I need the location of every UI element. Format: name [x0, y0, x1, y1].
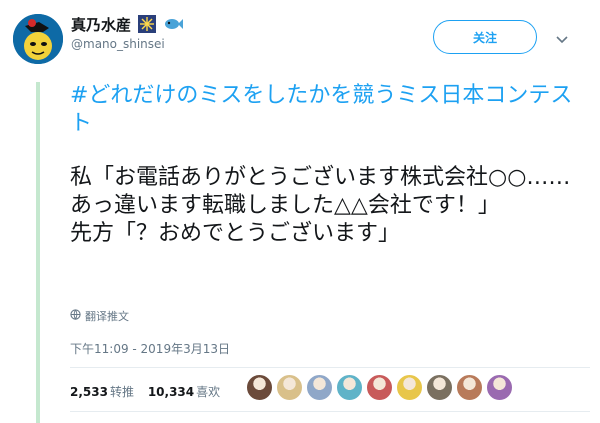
avatar[interactable]: [13, 14, 63, 64]
like-count[interactable]: 10,334: [148, 385, 194, 399]
user-handle[interactable]: @mano_shinsei: [71, 37, 165, 51]
liker-avatar[interactable]: [396, 374, 423, 401]
like-label[interactable]: 喜欢: [196, 385, 220, 399]
liker-avatar[interactable]: [306, 374, 333, 401]
liker-avatar[interactable]: [246, 374, 273, 401]
tweet-body-line: 私「お電話ありがとうございます株式会社○○……あっ違います転職しました△△会社で…: [70, 165, 571, 218]
fish-emoji-icon: [163, 15, 184, 37]
liker-avatar[interactable]: [276, 374, 303, 401]
tweet-body-line: 先方「？おめでとうございます」: [70, 221, 401, 246]
thread-line: [36, 82, 40, 423]
chevron-down-icon[interactable]: [555, 30, 569, 49]
tweet-text: #どれだけのミスをしたかを競うミス日本コンテスト 私「お電話ありがとうございます…: [70, 82, 590, 248]
translate-tweet-button[interactable]: 翻译推文: [70, 308, 129, 324]
follow-button[interactable]: 关注: [433, 20, 537, 54]
liker-avatar[interactable]: [486, 374, 513, 401]
timestamp[interactable]: 下午11:09 - 2019年3月13日: [70, 340, 230, 357]
display-name-text: 真乃水産: [71, 16, 132, 34]
divider: [70, 411, 590, 412]
retweet-label[interactable]: 转推: [110, 385, 134, 399]
fireworks-emoji-icon: [138, 15, 157, 37]
liker-avatar[interactable]: [336, 374, 363, 401]
liker-avatar[interactable]: [426, 374, 453, 401]
liker-avatars: [246, 374, 516, 401]
engagement-stats: 2,533 转推 10,334 喜欢: [70, 383, 230, 400]
translate-label: 翻译推文: [85, 310, 129, 323]
liker-avatar[interactable]: [456, 374, 483, 401]
liker-avatar[interactable]: [366, 374, 393, 401]
display-name[interactable]: 真乃水産: [71, 14, 184, 37]
retweet-count[interactable]: 2,533: [70, 385, 108, 399]
globe-icon: [70, 309, 81, 323]
divider: [70, 367, 590, 368]
hashtag-link[interactable]: #どれだけのミスをしたかを競うミス日本コンテスト: [70, 82, 590, 138]
